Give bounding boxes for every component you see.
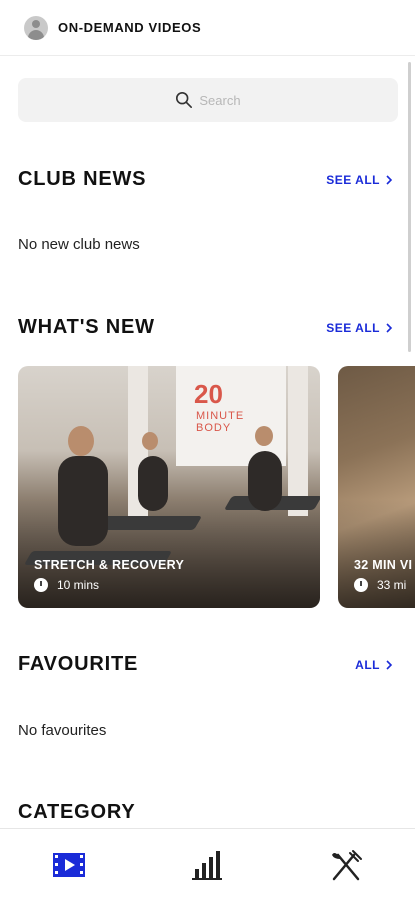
category-title: CATEGORY [18,801,136,823]
stats-bar-chart-icon [192,850,223,880]
instructor-head [68,426,94,456]
background-wall [288,366,308,516]
nav-videos-button[interactable] [39,840,99,890]
content-scroll[interactable]: Search CLUB NEWS SEE ALL No new club new… [0,56,415,828]
clock-icon [354,578,368,592]
favourite-title: FAVOURITE [18,653,139,675]
page-title: ON-DEMAND VIDEOS [58,20,202,35]
fork-knife-icon [331,849,362,880]
top-bar: ON-DEMAND VIDEOS [0,0,415,56]
clock-icon [34,578,48,592]
search-bar[interactable]: Search [18,78,398,122]
participant-head [255,426,273,446]
duration-label: 10 mins [57,578,100,592]
search-icon [176,91,193,109]
see-all-label: SEE ALL [326,173,380,187]
video-title: 32 MIN VI [354,558,413,572]
see-all-label: ALL [355,658,380,672]
video-duration: 10 mins [34,578,99,592]
banner-logo-text: MINUTE BODY [196,410,245,434]
video-title: STRETCH & RECOVERY [34,558,185,572]
see-all-label: SEE ALL [326,321,380,335]
user-avatar-icon[interactable] [24,15,48,40]
video-library-icon [53,852,86,877]
video-duration: 33 mi [354,578,406,592]
scrollbar[interactable] [408,62,411,352]
whats-new-title: WHAT'S NEW [18,316,155,338]
participant-figure [248,451,282,511]
club-news-see-all-button[interactable]: SEE ALL [326,173,393,187]
favourite-empty-text: No favourites [18,722,107,739]
instructor-figure [58,456,108,546]
participant-figure [138,456,168,511]
favourite-see-all-button[interactable]: ALL [355,658,393,672]
search-placeholder: Search [199,92,241,108]
duration-label: 33 mi [377,578,407,592]
club-news-empty-text: No new club news [18,236,140,253]
banner-logo-number: 20 [194,379,223,409]
club-news-title: CLUB NEWS [18,168,147,190]
bottom-nav [0,828,415,900]
participant-head [142,432,158,450]
video-card[interactable]: 20 MINUTE BODY STRETCH & RECOVERY 10 min… [18,366,320,608]
chevron-right-icon [386,175,393,185]
chevron-right-icon [386,660,393,670]
chevron-right-icon [386,323,393,333]
whats-new-see-all-button[interactable]: SEE ALL [326,321,393,335]
nav-nutrition-button[interactable] [316,840,376,890]
nav-stats-button[interactable] [177,840,237,890]
video-card[interactable]: 32 MIN VI 33 mi [338,366,415,608]
